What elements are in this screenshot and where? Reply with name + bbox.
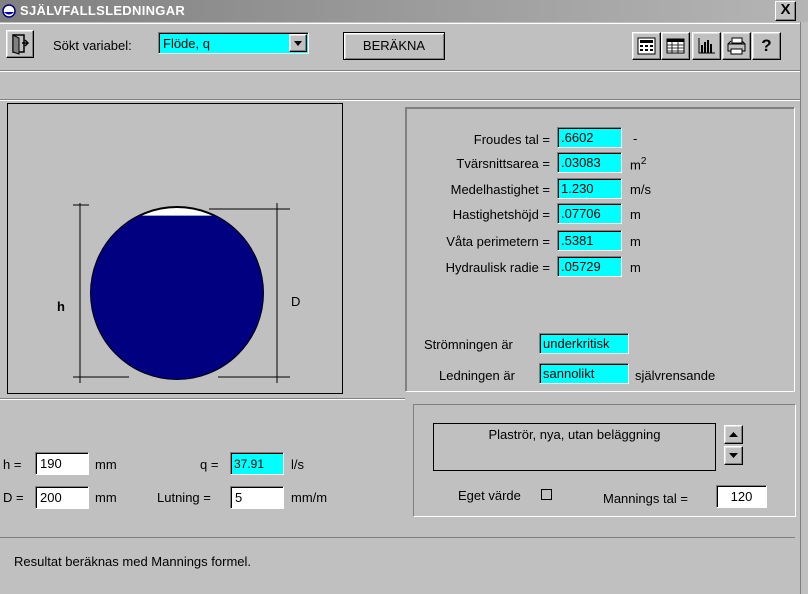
h-dimension-label: h [57, 299, 65, 314]
velocity-head-label: Hastighetshöjd = [452, 207, 550, 222]
q-label: q = [200, 457, 219, 472]
hydraulic-radius-value: .05729 [557, 256, 622, 277]
area-unit: m2 [630, 156, 647, 173]
flow-regime-value: underkritisk [539, 333, 629, 354]
velocity-value: 1.230 [557, 178, 622, 199]
froude-label: Froudes tal = [473, 132, 550, 147]
h-unit: mm [95, 457, 117, 472]
d-input-label: D = [3, 490, 24, 505]
compute-button[interactable]: BERÄKNA [343, 32, 445, 60]
help-icon: ? [761, 36, 772, 55]
variable-label: Sökt variabel: [53, 38, 132, 53]
exit-icon [12, 34, 30, 55]
area-label: Tvärsnittsarea = [456, 156, 550, 171]
q-unit: l/s [291, 457, 304, 472]
bar-chart-icon [698, 38, 715, 54]
wetted-perimeter-label: Våta perimetern = [446, 234, 550, 249]
velocity-head-value: .07706 [557, 203, 622, 224]
froude-value: .6602 [557, 127, 622, 148]
pipe-cross-section [73, 203, 290, 383]
material-down-button[interactable] [724, 446, 743, 465]
self-cleaning-label: Ledningen är [439, 368, 515, 383]
froude-unit: - [633, 131, 638, 146]
app-icon [2, 4, 16, 18]
velocity-label: Medelhastighet = [450, 182, 550, 197]
variable-value: Flöde, q [163, 36, 210, 51]
velocity-unit: m/s [630, 182, 651, 197]
wetted-perimeter-unit: m [630, 234, 641, 249]
area-value: .03083 [557, 152, 622, 173]
chart-button[interactable] [692, 32, 721, 60]
flow-regime-label: Strömningen är [424, 337, 513, 352]
custom-value-checkbox[interactable] [541, 489, 552, 500]
calculator-icon [637, 37, 656, 55]
window-title: SJÄLVFALLSLEDNINGAR [20, 3, 186, 18]
d-unit: mm [95, 490, 117, 505]
q-value: 37.91 [230, 452, 284, 475]
self-cleaning-suffix: självrensande [635, 368, 716, 383]
manning-label: Mannings tal = [603, 491, 688, 506]
arrow-up-icon [729, 432, 738, 437]
arrow-down-icon [729, 453, 738, 458]
chevron-down-icon [294, 41, 302, 46]
dropdown-arrow-button[interactable] [289, 34, 307, 52]
status-text: Resultat beräknas med Mannings formel. [14, 554, 252, 569]
d-dimension-label: D [291, 294, 301, 309]
d-input[interactable]: 200 [35, 486, 89, 509]
h-input-label: h = [3, 457, 22, 472]
self-cleaning-value: sannolikt [539, 363, 629, 384]
calculator-button[interactable] [632, 32, 661, 60]
h-input[interactable]: 190 [35, 452, 89, 475]
exit-button[interactable] [6, 30, 34, 58]
printer-icon [727, 37, 746, 55]
slope-label: Lutning = [157, 490, 211, 505]
velocity-head-unit: m [630, 207, 641, 222]
custom-value-label: Eget värde [458, 488, 521, 503]
help-button[interactable]: ? [752, 32, 781, 60]
slope-unit: mm/m [291, 490, 328, 505]
slope-input[interactable]: 5 [230, 486, 284, 509]
hydraulic-radius-label: Hydraulisk radie = [445, 260, 550, 275]
close-button[interactable]: X [775, 1, 796, 21]
material-selector[interactable]: Plaströr, nya, utan beläggning [433, 423, 716, 471]
manning-input[interactable]: 120 [716, 485, 767, 508]
print-button[interactable] [722, 32, 751, 60]
table-icon [666, 38, 685, 54]
material-up-button[interactable] [724, 425, 743, 444]
variable-select[interactable]: Flöde, q [158, 32, 309, 54]
window-edge [800, 22, 808, 594]
wetted-perimeter-value: .5381 [557, 230, 622, 251]
table-button[interactable] [661, 32, 690, 60]
hydraulic-radius-unit: m [630, 260, 641, 275]
